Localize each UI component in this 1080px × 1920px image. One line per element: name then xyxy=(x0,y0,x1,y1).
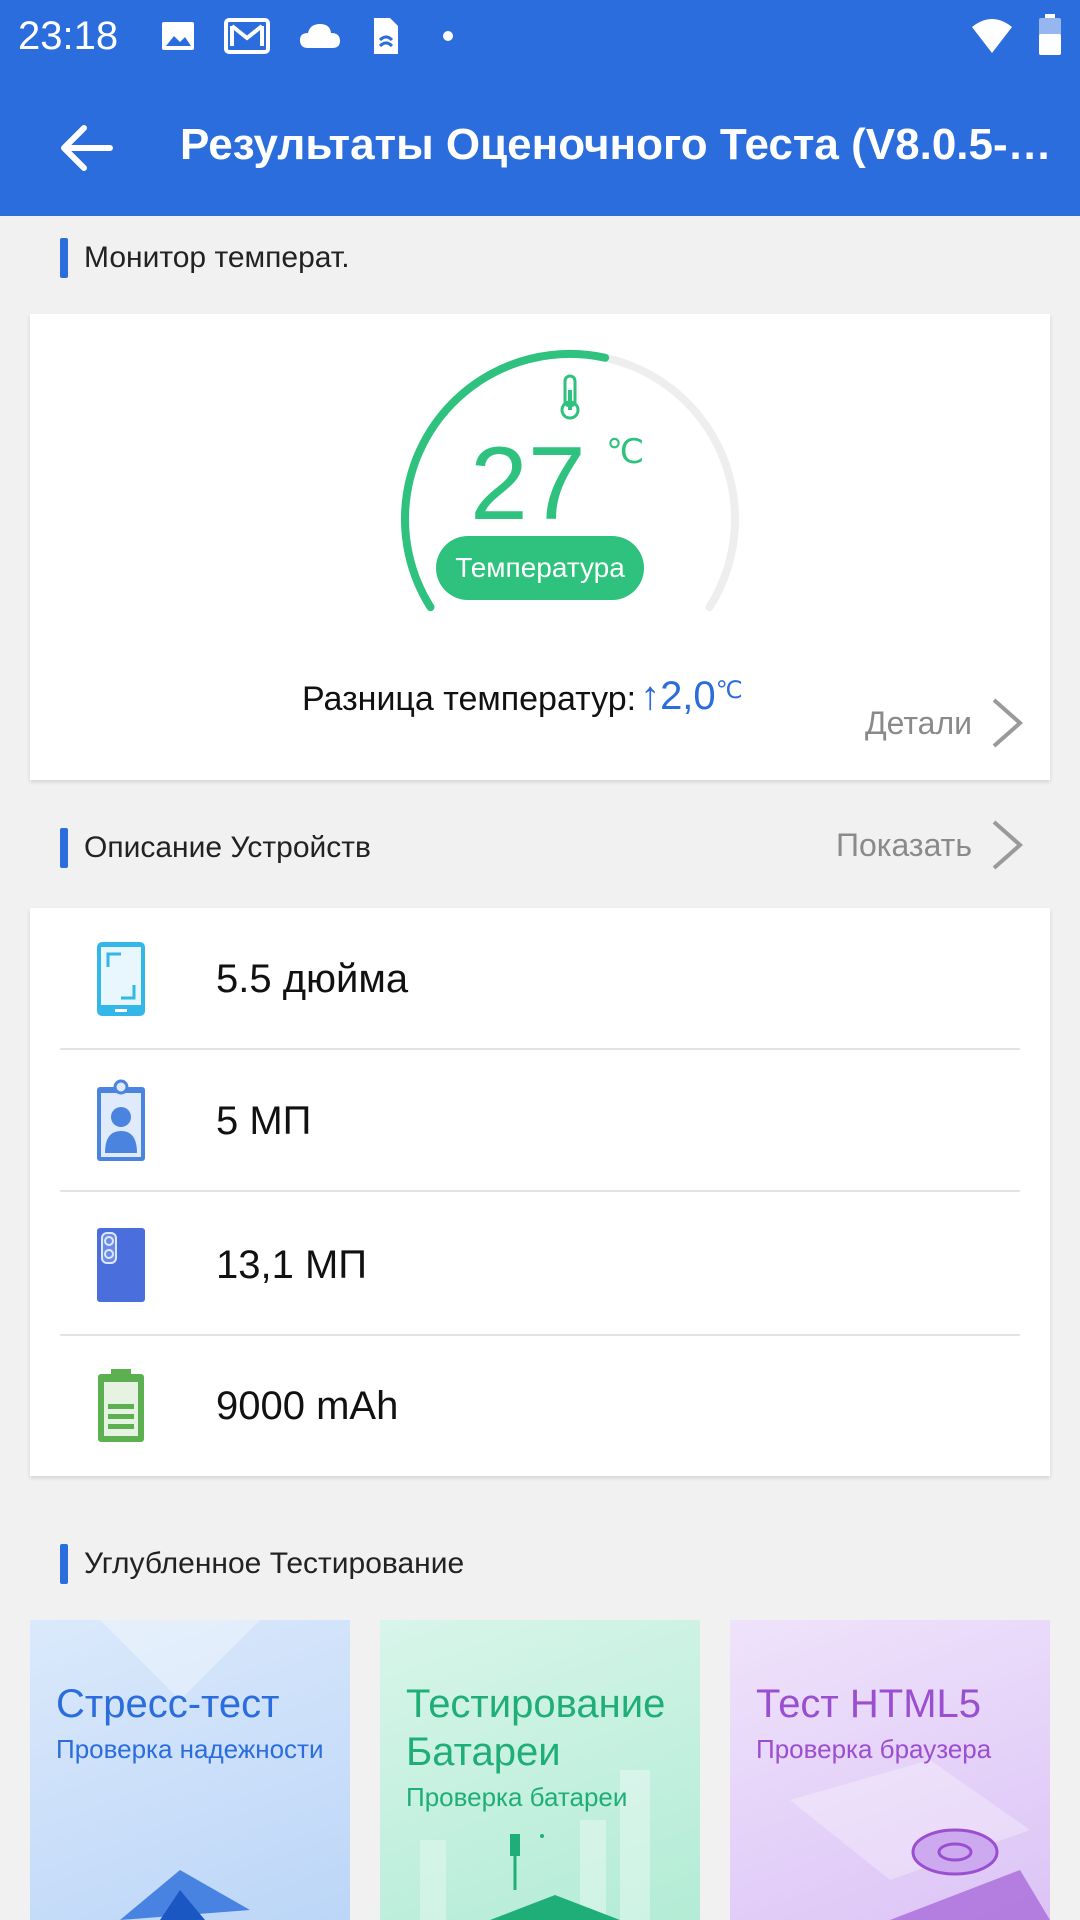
mail-icon xyxy=(224,18,270,54)
device-section-title: Описание Устройств xyxy=(84,831,371,864)
status-bar: 23:18 xyxy=(0,0,1080,72)
cloud-icon xyxy=(300,24,340,48)
page-title: Результаты Оценочного Теста (V8.0.5-О... xyxy=(180,120,1060,169)
up-arrow-icon: ↑ xyxy=(640,674,661,718)
system-icons xyxy=(970,14,1062,56)
stress-test-illustration xyxy=(100,1620,260,1920)
battery-test-subtitle: Проверка батареи xyxy=(406,1782,628,1812)
battery-test-title: Тестирование Батареи xyxy=(406,1682,666,1774)
temperature-pill: Температура xyxy=(436,536,644,600)
html5-test-illustration xyxy=(790,1760,1050,1920)
stress-test-subtitle: Проверка надежности xyxy=(56,1734,324,1764)
device-row-rear-camera: 13,1 МП xyxy=(60,1196,1020,1336)
chevron-right-icon xyxy=(992,820,1024,870)
rear-camera-icon xyxy=(76,1220,166,1310)
section-accent-bar xyxy=(60,828,68,868)
sim-card-icon xyxy=(374,18,398,54)
html5-test-subtitle: Проверка браузера xyxy=(756,1734,992,1764)
diff-label: Разница температур: xyxy=(302,680,637,718)
notification-icons xyxy=(160,16,468,56)
device-section-header: Описание Устройств xyxy=(60,826,371,870)
status-time: 23:18 xyxy=(18,14,119,58)
battery-test-tile[interactable]: Тестирование Батареи Проверка батареи xyxy=(380,1620,700,1920)
section-accent-bar xyxy=(60,238,68,278)
temperature-card: 27 ℃ Температура Разница температур: ↑ 2… xyxy=(30,314,1050,780)
thermometer-icon xyxy=(560,374,580,420)
diff-value: 2,0 xyxy=(660,674,716,718)
temperature-value: 27 xyxy=(470,426,586,542)
device-card: 5.5 дюйма 5 МП 13,1 МП 9000 mAh xyxy=(30,908,1050,1476)
deep-testing-section-header: Углубленное Тестирование xyxy=(60,1542,464,1586)
chevron-right-icon xyxy=(992,698,1024,748)
stress-test-tile[interactable]: Стресс-тест Проверка надежности xyxy=(30,1620,350,1920)
details-button[interactable]: Детали xyxy=(865,696,1024,750)
device-front-camera-text: 5 МП xyxy=(216,1098,312,1143)
device-rear-camera-text: 13,1 МП xyxy=(216,1242,368,1287)
front-camera-icon xyxy=(76,1076,166,1166)
battery-icon xyxy=(76,1361,166,1451)
back-arrow-icon xyxy=(61,125,113,171)
stress-test-title: Стресс-тест xyxy=(56,1682,280,1726)
deep-testing-section-title: Углубленное Тестирование xyxy=(84,1547,465,1580)
battery-status-icon xyxy=(1039,14,1061,55)
device-row-battery: 9000 mAh xyxy=(60,1336,1020,1476)
gallery-icon xyxy=(162,22,194,50)
details-label: Детали xyxy=(864,704,972,741)
screen-size-icon xyxy=(76,934,166,1024)
device-screen-text: 5.5 дюйма xyxy=(216,956,409,1001)
html5-test-tile[interactable]: Тест HTML5 Проверка браузера xyxy=(730,1620,1050,1920)
show-button[interactable]: Показать xyxy=(836,818,1024,872)
temperature-section-title: Монитор температ. xyxy=(84,241,350,274)
dot-icon xyxy=(443,31,453,41)
device-row-screen: 5.5 дюйма xyxy=(60,910,1020,1050)
back-button[interactable] xyxy=(46,116,126,180)
html5-test-title: Тест HTML5 xyxy=(756,1682,981,1726)
diff-unit: ℃ xyxy=(715,677,743,704)
section-accent-bar xyxy=(60,1544,68,1584)
show-label: Показать xyxy=(835,826,972,863)
device-battery-text: 9000 mAh xyxy=(216,1383,399,1428)
device-row-front-camera: 5 МП xyxy=(60,1052,1020,1192)
temperature-section-header: Монитор температ. xyxy=(60,236,350,280)
temperature-unit: ℃ xyxy=(606,433,645,471)
wifi-icon xyxy=(972,19,1012,53)
app-bar: Результаты Оценочного Теста (V8.0.5-О... xyxy=(0,72,1080,216)
temperature-difference: Разница температур: ↑ 2,0 ℃ xyxy=(302,674,743,719)
